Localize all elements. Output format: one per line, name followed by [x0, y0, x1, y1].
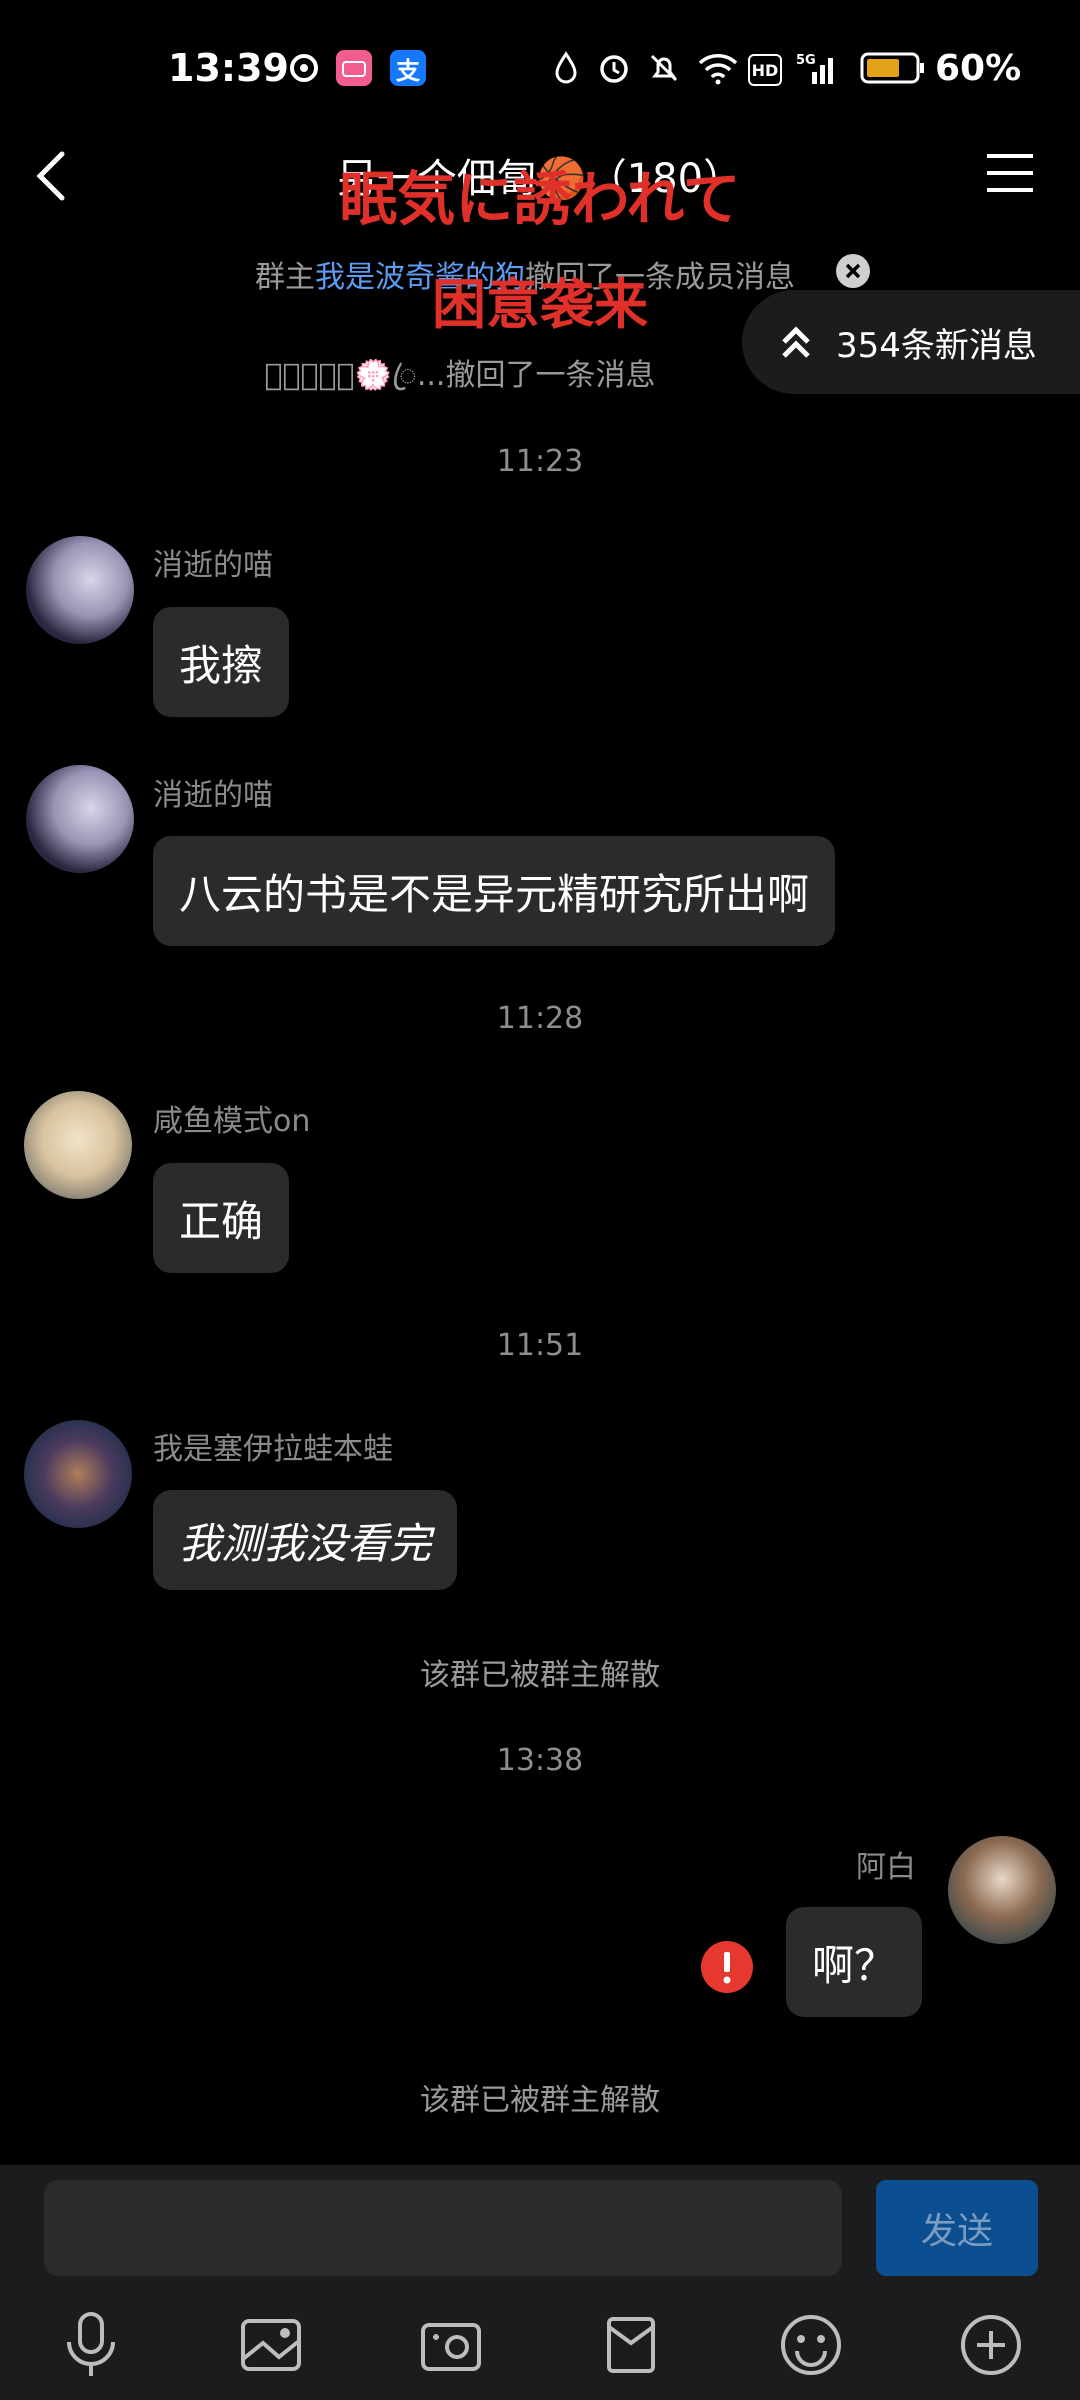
message-bubble[interactable]: 啊？ — [786, 1907, 923, 2017]
resend-button[interactable] — [700, 1940, 754, 1994]
sender-name: 消逝的喵 — [153, 778, 273, 813]
message-bubble[interactable]: 我擦 — [153, 607, 290, 717]
sender-name: 咸鱼模式on — [153, 1104, 311, 1139]
system-message: 该群已被群主解散 — [420, 1658, 660, 1693]
status-time: 13:39 — [168, 46, 289, 90]
svg-text:5G: 5G — [796, 53, 816, 68]
time-separator: 11:28 — [496, 1001, 584, 1036]
microphone-icon — [67, 2312, 115, 2376]
new-messages-label: 354条新消息 — [836, 325, 1037, 366]
sender-name: 我是塞伊拉蛙本蛙 — [153, 1432, 393, 1467]
wifi-icon — [696, 50, 740, 86]
send-button[interactable]: 发送 — [876, 2180, 1038, 2276]
avatar[interactable] — [24, 1420, 132, 1528]
voice-button[interactable] — [56, 2310, 126, 2380]
alarm-icon — [596, 50, 632, 86]
emoji-button[interactable] — [776, 2310, 846, 2380]
mute-icon — [646, 50, 682, 86]
double-chevron-up-icon — [782, 326, 810, 358]
bilibili-icon — [336, 50, 372, 86]
plus-icon — [961, 2315, 1021, 2375]
menu-button[interactable] — [985, 148, 1035, 198]
battery-icon — [860, 50, 926, 86]
image-icon — [241, 2319, 301, 2371]
netease-icon — [286, 50, 322, 86]
avatar[interactable] — [24, 1091, 132, 1199]
drop-icon — [548, 50, 584, 86]
own-avatar[interactable] — [948, 1836, 1056, 1944]
message-input[interactable] — [44, 2180, 842, 2276]
image-button[interactable] — [236, 2310, 306, 2380]
signal-icon: 5G — [796, 50, 840, 86]
emoji-icon — [781, 2315, 841, 2375]
camera-button[interactable] — [416, 2310, 486, 2380]
avatar[interactable] — [26, 536, 134, 644]
error-icon — [701, 1941, 753, 1993]
message-bubble[interactable]: 正确 — [153, 1163, 290, 1273]
message-bubble[interactable]: 我测我没看完 — [153, 1490, 458, 1590]
file-button[interactable] — [596, 2310, 666, 2380]
sender-name: 阿白 — [856, 1850, 916, 1885]
system-message: 该群已被群主解散 — [420, 2083, 660, 2118]
time-separator: 11:51 — [496, 1328, 584, 1363]
time-separator: 11:23 — [496, 444, 584, 479]
alipay-icon: 支 — [390, 50, 426, 86]
battery-percent: 60% — [935, 48, 1022, 89]
time-separator: 13:38 — [496, 1743, 584, 1778]
file-icon — [607, 2317, 655, 2373]
camera-icon — [421, 2323, 481, 2371]
avatar[interactable] — [26, 765, 134, 873]
hd-icon: HD — [748, 54, 782, 86]
message-bubble[interactable]: 八云的书是不是异元精研究所出啊 — [153, 836, 836, 946]
more-button[interactable] — [956, 2310, 1026, 2380]
overlay-text-japanese: 眠気に誘われて — [339, 165, 741, 233]
sender-name: 消逝的喵 — [153, 548, 273, 583]
new-messages-button[interactable]: 354条新消息 — [742, 290, 1080, 394]
menu-icon — [987, 154, 1033, 192]
